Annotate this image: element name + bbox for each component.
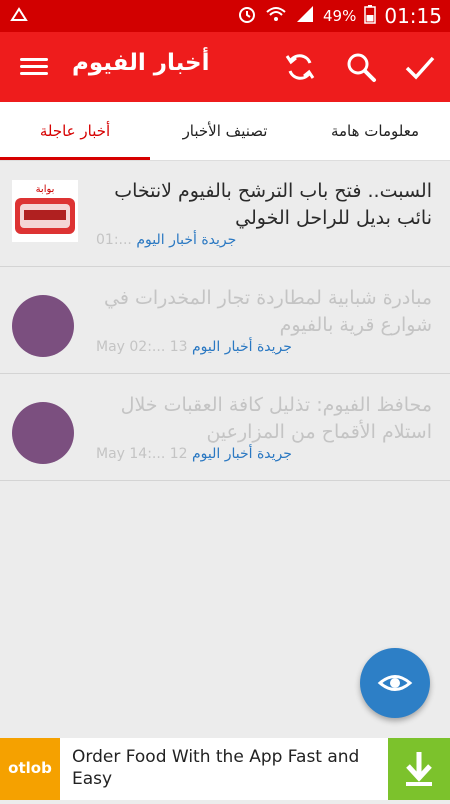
- refresh-icon[interactable]: [283, 50, 317, 84]
- status-bar: 49% 01:15: [0, 0, 450, 32]
- search-icon[interactable]: [344, 50, 378, 84]
- app-title: أخبار الفيوم: [72, 50, 210, 76]
- news-thumbnail: [12, 402, 74, 464]
- signal-icon: [295, 4, 315, 28]
- alarm-icon: [237, 4, 257, 28]
- battery-percent: 49%: [323, 7, 357, 25]
- check-icon[interactable]: [403, 50, 437, 84]
- news-headline: مبادرة شبابية لمطاردة تجار المخدرات في ش…: [104, 287, 432, 336]
- news-meta: 01:... جريدة أخبار اليوم: [96, 232, 236, 248]
- tab-bar: أخبار عاجلة تصنيف الأخبار معلومات هامة: [0, 102, 450, 161]
- news-source[interactable]: جريدة أخبار اليوم: [136, 232, 236, 248]
- clock: 01:15: [384, 4, 442, 28]
- news-headline: محافظ الفيوم: تذليل كافة العقبات خلال اس…: [120, 394, 432, 443]
- tab-important-info[interactable]: معلومات هامة: [300, 102, 450, 160]
- download-button[interactable]: [388, 738, 450, 800]
- news-date: 01:...: [96, 232, 132, 248]
- news-source[interactable]: جريدة أخبار اليوم: [192, 446, 292, 462]
- news-date: May 14:... 12: [96, 446, 188, 462]
- source-logo: بوابة: [12, 180, 78, 242]
- news-list: بوابة السبت.. فتح باب الترشح بالفيوم لان…: [0, 160, 450, 481]
- ad-brand-logo: otlob: [0, 738, 60, 800]
- tab-breaking-news[interactable]: أخبار عاجلة: [0, 102, 150, 160]
- news-date: May 02:... 13: [96, 339, 188, 355]
- download-icon: [388, 752, 450, 804]
- sd-card-icon: [10, 6, 28, 26]
- list-item[interactable]: بوابة السبت.. فتح باب الترشح بالفيوم لان…: [0, 160, 450, 267]
- news-meta: May 02:... 13 جريدة أخبار اليوم: [96, 339, 292, 355]
- ad-text: Order Food With the App Fast and Easy: [72, 747, 360, 789]
- ad-banner[interactable]: otlob Order Food With the App Fast and E…: [0, 738, 450, 800]
- wifi-icon: [265, 4, 287, 28]
- eye-fab-button[interactable]: [360, 648, 430, 718]
- news-source[interactable]: جريدة أخبار اليوم: [192, 339, 292, 355]
- news-headline: السبت.. فتح باب الترشح بالفيوم لانتخاب ن…: [114, 180, 432, 229]
- list-item[interactable]: مبادرة شبابية لمطاردة تجار المخدرات في ش…: [0, 267, 450, 374]
- app-bar: أخبار الفيوم: [0, 32, 450, 102]
- tab-news-categories[interactable]: تصنيف الأخبار: [150, 102, 300, 160]
- news-meta: May 14:... 12 جريدة أخبار اليوم: [96, 446, 292, 462]
- list-item[interactable]: محافظ الفيوم: تذليل كافة العقبات خلال اس…: [0, 374, 450, 481]
- battery-icon: [364, 4, 377, 28]
- news-thumbnail: [12, 295, 74, 357]
- menu-icon[interactable]: [20, 54, 48, 80]
- svg-text:بوابة: بوابة: [36, 184, 55, 195]
- eye-icon: [360, 675, 430, 722]
